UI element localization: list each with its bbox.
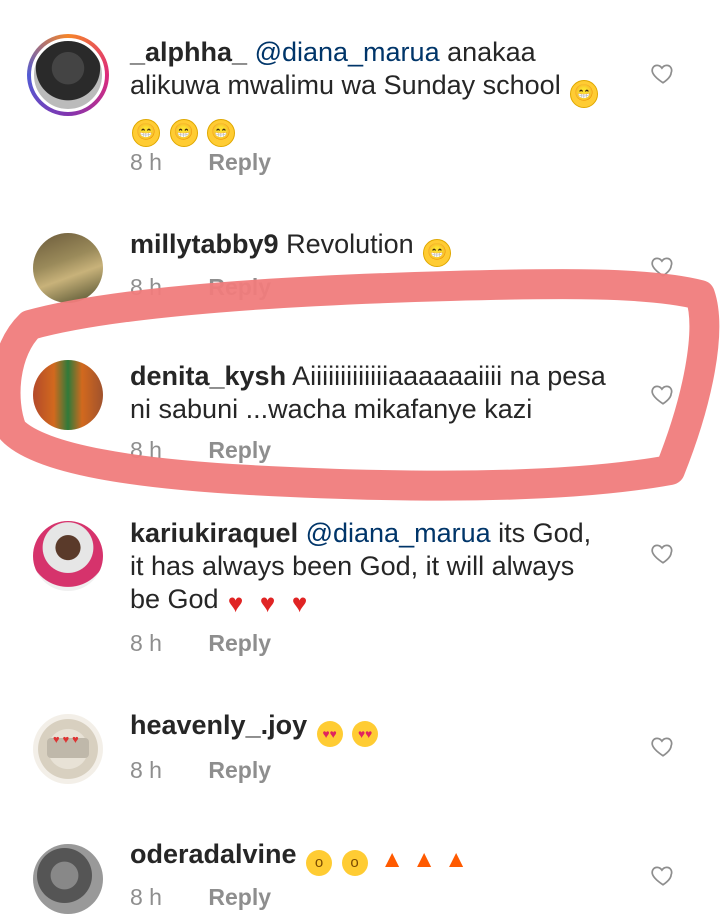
comment-body: Revolution <box>278 229 414 259</box>
avatar[interactable] <box>33 521 103 591</box>
comment-time: 8 h <box>130 274 162 300</box>
like-heart-icon[interactable] <box>650 60 676 86</box>
comment-time: 8 h <box>130 630 162 656</box>
avatar[interactable] <box>33 360 103 430</box>
heart-eyes-emoji: ♥♥ <box>352 721 379 747</box>
heart-decoration-icon: ♥ ♥ ♥ <box>53 734 79 746</box>
grinning-squinting-face-emoji: 😁 <box>570 80 599 108</box>
fire-emoji: ▲ <box>412 846 436 873</box>
comment-mention[interactable]: @diana_marua <box>255 37 440 67</box>
comment-time: 8 h <box>130 884 162 910</box>
red-heart-emoji: ♥ <box>227 588 244 618</box>
avatar[interactable]: ♥ ♥ ♥ <box>33 714 103 784</box>
comment-time: 8 h <box>130 149 162 175</box>
reply-button[interactable]: Reply <box>208 274 271 300</box>
grinning-squinting-face-emoji: 😁 <box>207 119 236 147</box>
comment-username[interactable]: _alphha_ <box>130 37 247 67</box>
like-heart-icon[interactable] <box>650 862 676 888</box>
like-heart-icon[interactable] <box>650 733 676 759</box>
comment-meta: 8 h Reply <box>130 149 271 176</box>
like-heart-icon[interactable] <box>650 253 676 279</box>
comment-meta: 8 h Reply <box>130 274 271 301</box>
like-heart-icon[interactable] <box>650 540 676 566</box>
comment-meta: 8 h Reply <box>130 630 271 657</box>
comment-time: 8 h <box>130 757 162 783</box>
reply-button[interactable]: Reply <box>208 884 271 910</box>
red-heart-emoji: ♥ <box>259 588 276 618</box>
red-heart-emoji: ♥ <box>291 588 308 618</box>
comment-username[interactable]: oderadalvine <box>130 839 297 869</box>
comment-username[interactable]: heavenly_.joy <box>130 710 307 740</box>
grinning-squinting-face-emoji: 😁 <box>132 119 160 147</box>
fire-emoji: ▲ <box>380 846 404 873</box>
comment-body <box>307 710 315 740</box>
grinning-squinting-face-emoji: 😁 <box>169 119 198 147</box>
comment-username[interactable]: kariukiraquel <box>130 518 298 548</box>
comment-meta: 8 h Reply <box>130 884 271 911</box>
comment-username[interactable]: millytabby9 <box>130 229 279 259</box>
reply-button[interactable]: Reply <box>208 757 271 783</box>
avatar[interactable] <box>33 844 103 914</box>
comment-meta: 8 h Reply <box>130 437 271 464</box>
comment-text: kariukiraquel @diana_marua its God, it h… <box>130 517 610 616</box>
heart-eyes-emoji: ♥♥ <box>316 721 343 747</box>
grinning-squinting-face-emoji: 😁 <box>423 239 452 267</box>
comment-time: 8 h <box>130 437 162 463</box>
reply-button[interactable]: Reply <box>208 149 271 175</box>
face-with-open-mouth-emoji: o <box>306 850 333 876</box>
comment-mention[interactable]: @diana_marua <box>306 518 491 548</box>
face-with-open-mouth-emoji: o <box>341 850 368 876</box>
comment-text: heavenly_.joy ♥♥ ♥♥ <box>130 709 610 747</box>
reply-button[interactable]: Reply <box>208 437 271 463</box>
comment-text: oderadalvine o o ▲ ▲ ▲ <box>130 838 610 876</box>
avatar[interactable] <box>27 34 109 116</box>
like-heart-icon[interactable] <box>650 381 676 407</box>
comment-text: millytabby9 Revolution 😁 <box>130 228 610 267</box>
reply-button[interactable]: Reply <box>208 630 271 656</box>
comment-meta: 8 h Reply <box>130 757 271 784</box>
fire-emoji: ▲ <box>444 846 468 873</box>
comment-username[interactable]: denita_kysh <box>130 361 286 391</box>
avatar[interactable] <box>33 233 103 303</box>
comment-body <box>297 839 305 869</box>
comment-text: _alphha_ @diana_marua anakaa alikuwa mwa… <box>130 36 610 147</box>
comment-text: denita_kysh Aiiiiiiiiiiiiiaaaaaaiiii na … <box>130 360 610 426</box>
